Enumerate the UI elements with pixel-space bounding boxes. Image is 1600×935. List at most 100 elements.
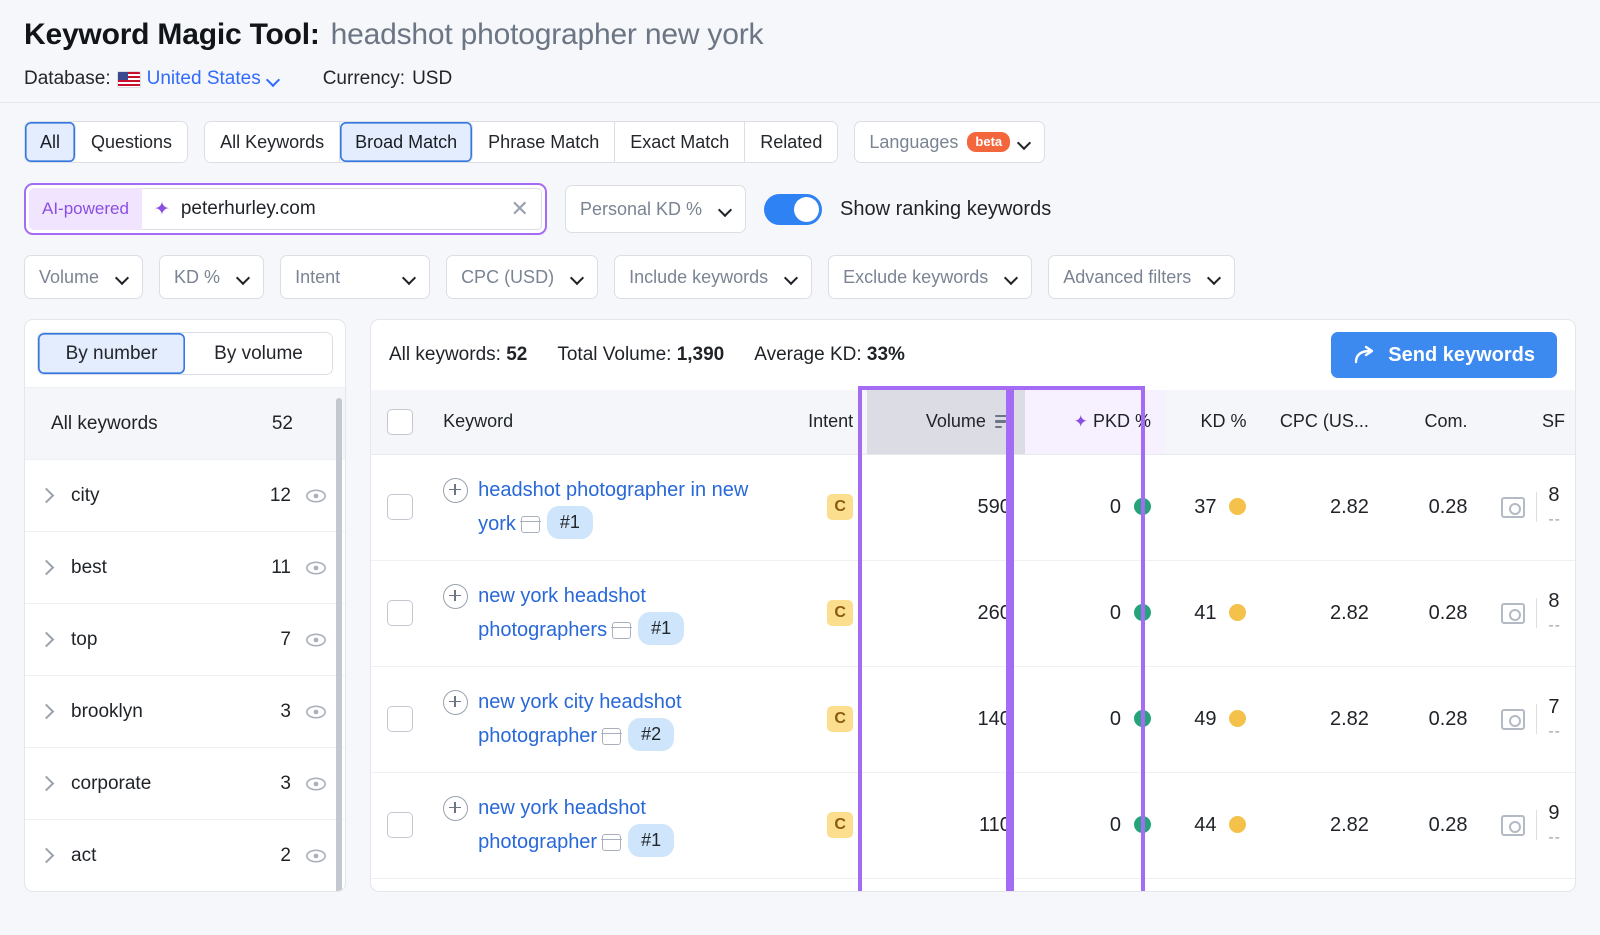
exclude-keywords-filter[interactable]: Exclude keywords — [828, 255, 1032, 299]
eye-icon[interactable] — [305, 557, 327, 579]
keyword-link[interactable]: new york headshot photographer#1 — [478, 793, 758, 858]
group-count: 3 — [280, 773, 291, 795]
sidebar-item-city[interactable]: city 12 — [25, 459, 345, 531]
tab-questions[interactable]: Questions — [76, 122, 187, 162]
sidebar-sort-tabs: By number By volume — [25, 320, 345, 387]
intent-badge: C — [827, 706, 853, 732]
meta-row: Database: United States Currency: USD — [24, 68, 1576, 90]
row-select-cell — [371, 560, 429, 666]
send-keywords-button[interactable]: Send keywords — [1331, 332, 1557, 378]
chevron-right-icon[interactable] — [39, 562, 61, 573]
sidebar-item-brooklyn[interactable]: brooklyn 3 — [25, 675, 345, 747]
chevron-right-icon[interactable] — [39, 778, 61, 789]
advanced-filters[interactable]: Advanced filters — [1048, 255, 1235, 299]
add-keyword-icon[interactable] — [443, 478, 468, 503]
serp-features-icon[interactable] — [1501, 603, 1525, 624]
add-keyword-icon[interactable] — [443, 584, 468, 609]
kd-cell: 41 — [1165, 560, 1260, 666]
tab-all-keywords[interactable]: All Keywords — [205, 122, 340, 162]
personal-kd-dropdown[interactable]: Personal KD % — [565, 185, 746, 233]
clear-icon[interactable]: ✕ — [511, 198, 529, 220]
domain-input-value: peterhurley.com — [181, 198, 500, 220]
chevron-right-icon[interactable] — [39, 706, 61, 717]
sidebar-item-act[interactable]: act 2 — [25, 819, 345, 891]
tab-related[interactable]: Related — [745, 122, 837, 162]
keyword-link[interactable]: new york city headshot photographer#2 — [478, 687, 758, 752]
kd-status-dot — [1229, 816, 1246, 833]
serp-icon[interactable] — [612, 622, 631, 639]
keyword-link[interactable]: headshot photographer in new york#1 — [478, 475, 758, 540]
group-label: best — [61, 557, 271, 579]
languages-dropdown[interactable]: Languages beta — [854, 121, 1045, 163]
serp-features-icon[interactable] — [1501, 815, 1525, 836]
group-label: act — [61, 845, 280, 867]
row-checkbox[interactable] — [387, 600, 413, 626]
col-kd[interactable]: KD % — [1165, 390, 1260, 454]
serp-features-icon[interactable] — [1501, 497, 1525, 518]
serp-icon[interactable] — [602, 834, 621, 851]
chevron-right-icon[interactable] — [39, 634, 61, 645]
personal-kd-label: Personal KD % — [580, 199, 702, 220]
row-checkbox[interactable] — [387, 706, 413, 732]
tab-phrase-match[interactable]: Phrase Match — [473, 122, 615, 162]
volume-filter[interactable]: Volume — [24, 255, 143, 299]
add-keyword-icon[interactable] — [443, 796, 468, 821]
volume-filter-label: Volume — [39, 267, 99, 288]
eye-icon[interactable] — [305, 701, 327, 723]
tab-by-number[interactable]: By number — [38, 333, 185, 374]
serp-icon[interactable] — [521, 516, 540, 533]
domain-input[interactable]: ✦ peterhurley.com ✕ — [142, 188, 542, 230]
cpc-filter[interactable]: CPC (USD) — [446, 255, 598, 299]
sidebar-item-best[interactable]: best 11 — [25, 531, 345, 603]
row-checkbox[interactable] — [387, 494, 413, 520]
add-keyword-icon[interactable] — [443, 690, 468, 715]
intent-filter[interactable]: Intent — [280, 255, 430, 299]
select-all-checkbox[interactable] — [387, 409, 413, 435]
sf-sub: -- — [1548, 723, 1561, 740]
serp-icon[interactable] — [602, 728, 621, 745]
sparkle-icon: ✦ — [1074, 412, 1088, 431]
chevron-right-icon[interactable] — [39, 490, 61, 501]
col-cpc[interactable]: CPC (US... — [1260, 390, 1382, 454]
tab-all[interactable]: All — [25, 122, 76, 162]
table-row[interactable]: new york headshot photographers#1 C 260 … — [371, 560, 1575, 666]
row-checkbox[interactable] — [387, 812, 413, 838]
show-ranking-toggle[interactable] — [764, 194, 822, 225]
eye-icon[interactable] — [305, 629, 327, 651]
eye-icon[interactable] — [305, 773, 327, 795]
database-selector[interactable]: Database: United States — [24, 68, 279, 90]
row-select-cell — [371, 454, 429, 560]
serp-features-icon[interactable] — [1501, 709, 1525, 730]
col-sf[interactable]: SF — [1482, 390, 1575, 454]
table-row[interactable]: headshot photographer in new york#1 C 59… — [371, 454, 1575, 560]
sf-value: 7 — [1548, 696, 1559, 718]
ai-row: AI-powered ✦ peterhurley.com ✕ Personal … — [24, 183, 1576, 235]
col-competition[interactable]: Com. — [1383, 390, 1482, 454]
col-pkd[interactable]: ✦ PKD % — [1025, 390, 1165, 454]
include-keywords-filter[interactable]: Include keywords — [614, 255, 812, 299]
col-intent[interactable]: Intent — [772, 390, 867, 454]
tab-broad-match[interactable]: Broad Match — [340, 122, 473, 162]
sf-cell: 9-- — [1482, 772, 1575, 878]
pkd-cell: 0 — [1025, 560, 1165, 666]
eye-icon[interactable] — [305, 485, 327, 507]
table-row[interactable]: new york headshot photographer#1 C 110 0… — [371, 772, 1575, 878]
sidebar-scrollbar[interactable] — [336, 398, 342, 892]
tab-by-volume[interactable]: By volume — [185, 333, 332, 374]
pkd-status-dot — [1134, 710, 1151, 727]
kd-filter[interactable]: KD % — [159, 255, 264, 299]
summary-stats: All keywords: 52 Total Volume: 1,390 Ave… — [389, 344, 905, 366]
pkd-cell: 0 — [1025, 454, 1165, 560]
table-row[interactable]: new york city headshot photographer#2 C … — [371, 666, 1575, 772]
rank-badge: #1 — [628, 824, 674, 858]
col-volume[interactable]: Volume — [867, 390, 1025, 454]
tab-exact-match[interactable]: Exact Match — [615, 122, 745, 162]
sidebar-item-all-keywords[interactable]: All keywords 52 — [25, 387, 345, 459]
col-keyword[interactable]: Keyword — [429, 390, 772, 454]
intent-badge: C — [827, 812, 853, 838]
sidebar-item-top[interactable]: top 7 — [25, 603, 345, 675]
sidebar-item-corporate[interactable]: corporate 3 — [25, 747, 345, 819]
eye-icon[interactable] — [305, 845, 327, 867]
keyword-link[interactable]: new york headshot photographers#1 — [478, 581, 758, 646]
chevron-right-icon[interactable] — [39, 850, 61, 861]
